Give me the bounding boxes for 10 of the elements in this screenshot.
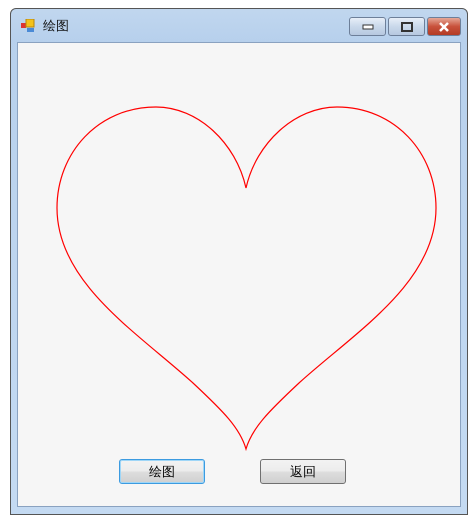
minimize-button[interactable] xyxy=(349,17,386,36)
window-title: 绘图 xyxy=(43,18,70,34)
form-button[interactable]: 绘图 xyxy=(119,459,205,484)
close-icon xyxy=(438,22,450,32)
minimize-icon xyxy=(362,24,374,30)
maximize-button[interactable] xyxy=(388,17,425,36)
maximize-icon xyxy=(400,22,412,32)
form-button[interactable]: 返回 xyxy=(260,459,346,484)
close-button[interactable] xyxy=(427,17,461,36)
app-icon xyxy=(21,18,37,32)
